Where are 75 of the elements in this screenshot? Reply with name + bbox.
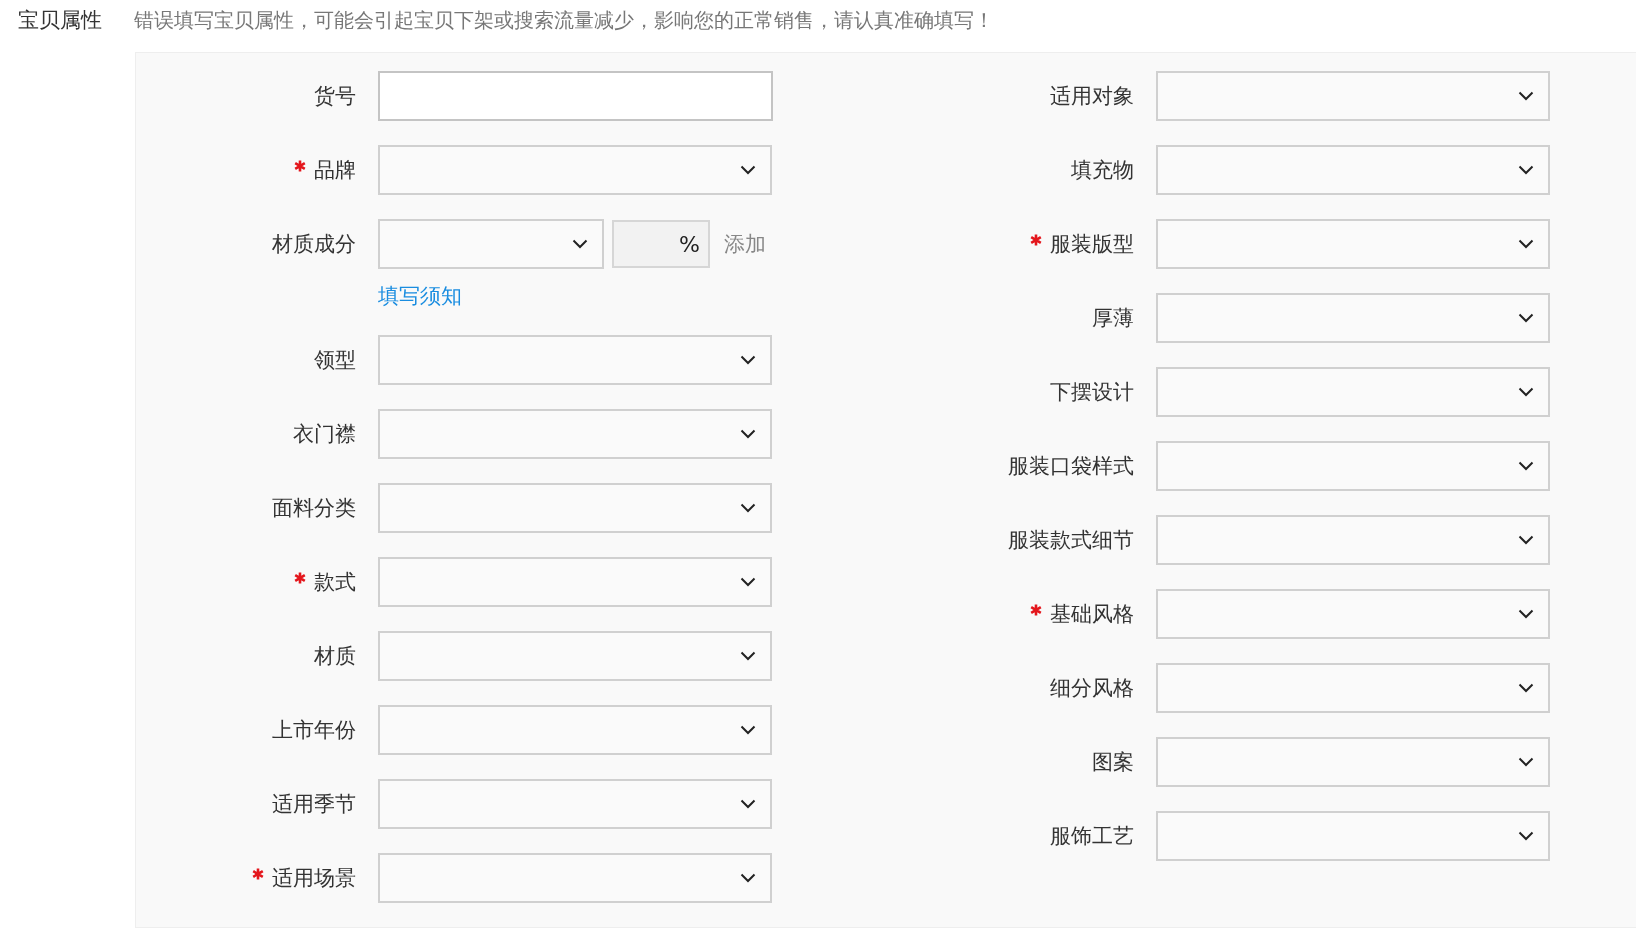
field-label: 服饰工艺: [1050, 823, 1134, 850]
field-label: 货号: [314, 83, 356, 110]
field-label: 细分风格: [1050, 675, 1134, 702]
dropdown-select[interactable]: [1156, 367, 1550, 417]
dropdown-select[interactable]: [378, 705, 772, 755]
chevron-down-icon: [740, 799, 756, 809]
dropdown-select[interactable]: [378, 779, 772, 829]
guide-link[interactable]: 填写须知: [378, 282, 462, 310]
field-label: 适用场景: [272, 865, 356, 892]
field-label: 厚薄: [1092, 305, 1134, 332]
field-label: 材质成分: [272, 231, 356, 258]
chevron-down-icon: [1518, 313, 1534, 323]
dropdown-select[interactable]: [378, 409, 772, 459]
required-asterisk-icon: [1030, 234, 1042, 246]
dropdown-select[interactable]: [1156, 293, 1550, 343]
dropdown-select[interactable]: [378, 631, 772, 681]
chevron-down-icon: [1518, 239, 1534, 249]
field-label: 品牌: [314, 157, 356, 184]
field-label: 适用对象: [1050, 83, 1134, 110]
section-title: 宝贝属性: [18, 7, 103, 34]
dropdown-select[interactable]: [378, 145, 772, 195]
dropdown-select[interactable]: [1156, 811, 1550, 861]
chevron-down-icon: [1518, 609, 1534, 619]
chevron-down-icon: [740, 651, 756, 661]
dropdown-select[interactable]: [1156, 441, 1550, 491]
field-label: 服装口袋样式: [1008, 453, 1134, 480]
field-label: 服装款式细节: [1008, 527, 1134, 554]
chevron-down-icon: [1518, 757, 1534, 767]
dropdown-select[interactable]: [1156, 515, 1550, 565]
field-label: 衣门襟: [293, 421, 356, 448]
required-asterisk-icon: [252, 868, 264, 880]
dropdown-select[interactable]: [1156, 737, 1550, 787]
chevron-down-icon: [740, 503, 756, 513]
dropdown-select[interactable]: [1156, 71, 1550, 121]
dropdown-select[interactable]: [1156, 663, 1550, 713]
warning-notice: 错误填写宝贝属性，可能会引起宝贝下架或搜索流量减少，影响您的正常销售，请认真准确填写！: [134, 6, 994, 34]
chevron-down-icon: [572, 239, 588, 249]
dropdown-select[interactable]: [378, 853, 772, 903]
field-label: 款式: [314, 569, 356, 596]
chevron-down-icon: [740, 165, 756, 175]
required-asterisk-icon: [294, 572, 306, 584]
dropdown-select[interactable]: [1156, 145, 1550, 195]
field-label: 填充物: [1071, 157, 1134, 184]
dropdown-select[interactable]: [378, 335, 772, 385]
field-label: 适用季节: [272, 791, 356, 818]
field-label: 上市年份: [272, 717, 356, 744]
chevron-down-icon: [1518, 165, 1534, 175]
chevron-down-icon: [740, 725, 756, 735]
chevron-down-icon: [1518, 535, 1534, 545]
field-label: 领型: [314, 347, 356, 374]
chevron-down-icon: [740, 577, 756, 587]
required-asterisk-icon: [294, 160, 306, 172]
dropdown-select[interactable]: [378, 557, 772, 607]
chevron-down-icon: [1518, 683, 1534, 693]
required-asterisk-icon: [1030, 604, 1042, 616]
field-label: 基础风格: [1050, 601, 1134, 628]
chevron-down-icon: [1518, 91, 1534, 101]
field-label: 服装版型: [1050, 231, 1134, 258]
field-label: 材质: [314, 643, 356, 670]
percent-input[interactable]: %: [612, 220, 710, 268]
dropdown-select[interactable]: [1156, 589, 1550, 639]
dropdown-select[interactable]: [1156, 219, 1550, 269]
field-label: 图案: [1092, 749, 1134, 776]
dropdown-select[interactable]: [378, 219, 604, 269]
chevron-down-icon: [1518, 387, 1534, 397]
dropdown-select[interactable]: [378, 483, 772, 533]
chevron-down-icon: [1518, 461, 1534, 471]
chevron-down-icon: [1518, 831, 1534, 841]
add-link[interactable]: 添加: [724, 230, 766, 258]
chevron-down-icon: [740, 429, 756, 439]
chevron-down-icon: [740, 873, 756, 883]
field-label: 下摆设计: [1050, 379, 1134, 406]
chevron-down-icon: [740, 355, 756, 365]
field-label: 面料分类: [272, 495, 356, 522]
input-field[interactable]: [378, 71, 773, 121]
